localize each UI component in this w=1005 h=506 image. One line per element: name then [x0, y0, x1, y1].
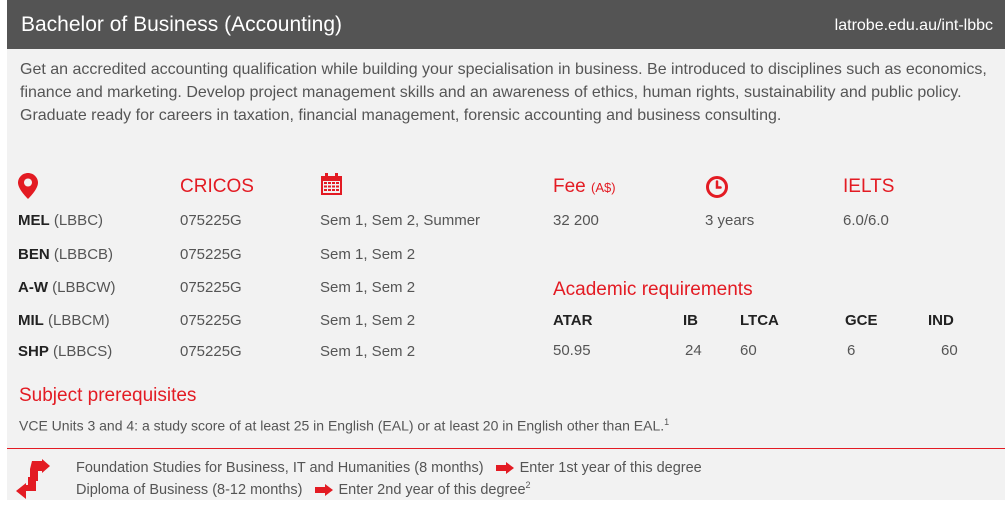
- course-description: Get an accredited accounting qualificati…: [20, 61, 987, 124]
- calendar-icon: [321, 173, 342, 195]
- subject-prerequisites-title: Subject prerequisites: [19, 385, 197, 406]
- cricos-header: CRICOS: [180, 176, 254, 197]
- campus-name: A-W (LBBCW): [18, 279, 116, 296]
- fee-label: Fee: [553, 176, 586, 197]
- ielts-header: IELTS: [843, 176, 895, 197]
- campus-name: SHP (LBBCS): [18, 343, 113, 360]
- campus-intake: Sem 1, Sem 2: [320, 343, 416, 360]
- fee-unit: (A$): [591, 180, 616, 195]
- pathway-row: Diploma of Business (8-12 months) Enter …: [76, 480, 531, 498]
- campus-name: MEL (LBBC): [18, 212, 104, 229]
- campus-cricos: 075225G: [180, 343, 242, 360]
- subject-prerequisites-text: VCE Units 3 and 4: a study score of at l…: [19, 417, 669, 434]
- academic-value: 60: [941, 342, 958, 359]
- campus-name: BEN (LBBCB): [18, 246, 114, 263]
- campus-cricos: 075225G: [180, 279, 242, 296]
- pathway-to: Enter 1st year of this degree: [519, 460, 702, 476]
- course-url-link[interactable]: latrobe.edu.au/int-lbbc: [835, 17, 993, 35]
- academic-col-header: IB: [683, 312, 698, 329]
- academic-value: 6: [847, 342, 856, 359]
- location-pin-icon: [18, 173, 38, 199]
- campus-intake: Sem 1, Sem 2: [320, 279, 416, 296]
- academic-value: 50.95: [553, 342, 591, 359]
- academic-col-header: IND: [928, 312, 954, 329]
- pathway-from: Diploma of Business (8-12 months): [76, 481, 303, 498]
- academic-value: 60: [740, 342, 757, 359]
- pathway-from: Foundation Studies for Business, IT and …: [76, 460, 484, 476]
- pathway-arrows-icon: [16, 459, 50, 499]
- prereq-text: VCE Units 3 and 4: a study score of at l…: [19, 417, 665, 434]
- campus-intake: Sem 1, Sem 2: [320, 312, 416, 329]
- pathway-row: Foundation Studies for Business, IT and …: [76, 460, 702, 476]
- fee-value: 32 200: [553, 212, 599, 229]
- divider: [7, 448, 1005, 449]
- arrow-right-icon: [314, 484, 333, 496]
- campus-cricos: 075225G: [180, 212, 242, 229]
- campus-name: MIL (LBBCM): [18, 312, 110, 329]
- pathway-to: Enter 2nd year of this degree: [338, 481, 526, 498]
- campus-intake: Sem 1, Sem 2: [320, 246, 416, 263]
- ielts-value: 6.0/6.0: [843, 212, 889, 229]
- academic-col-header: ATAR: [553, 312, 593, 329]
- course-title: Bachelor of Business (Accounting): [21, 13, 342, 36]
- academic-value: 24: [685, 342, 702, 359]
- academic-col-header: GCE: [845, 312, 878, 329]
- campus-cricos: 075225G: [180, 312, 242, 329]
- campus-cricos: 075225G: [180, 246, 242, 263]
- campus-intake: Sem 1, Sem 2, Summer: [320, 212, 481, 229]
- course-header: Bachelor of Business (Accounting) latrob…: [7, 0, 1005, 49]
- fee-header: Fee (A$): [553, 176, 616, 198]
- academic-requirements-title: Academic requirements: [553, 279, 753, 300]
- duration-value: 3 years: [705, 212, 755, 229]
- arrow-right-icon: [495, 462, 514, 475]
- footnote-marker: 1: [664, 417, 670, 427]
- academic-col-header: LTCA: [740, 312, 779, 329]
- clock-icon: [706, 176, 728, 198]
- footnote-marker: 2: [525, 480, 531, 490]
